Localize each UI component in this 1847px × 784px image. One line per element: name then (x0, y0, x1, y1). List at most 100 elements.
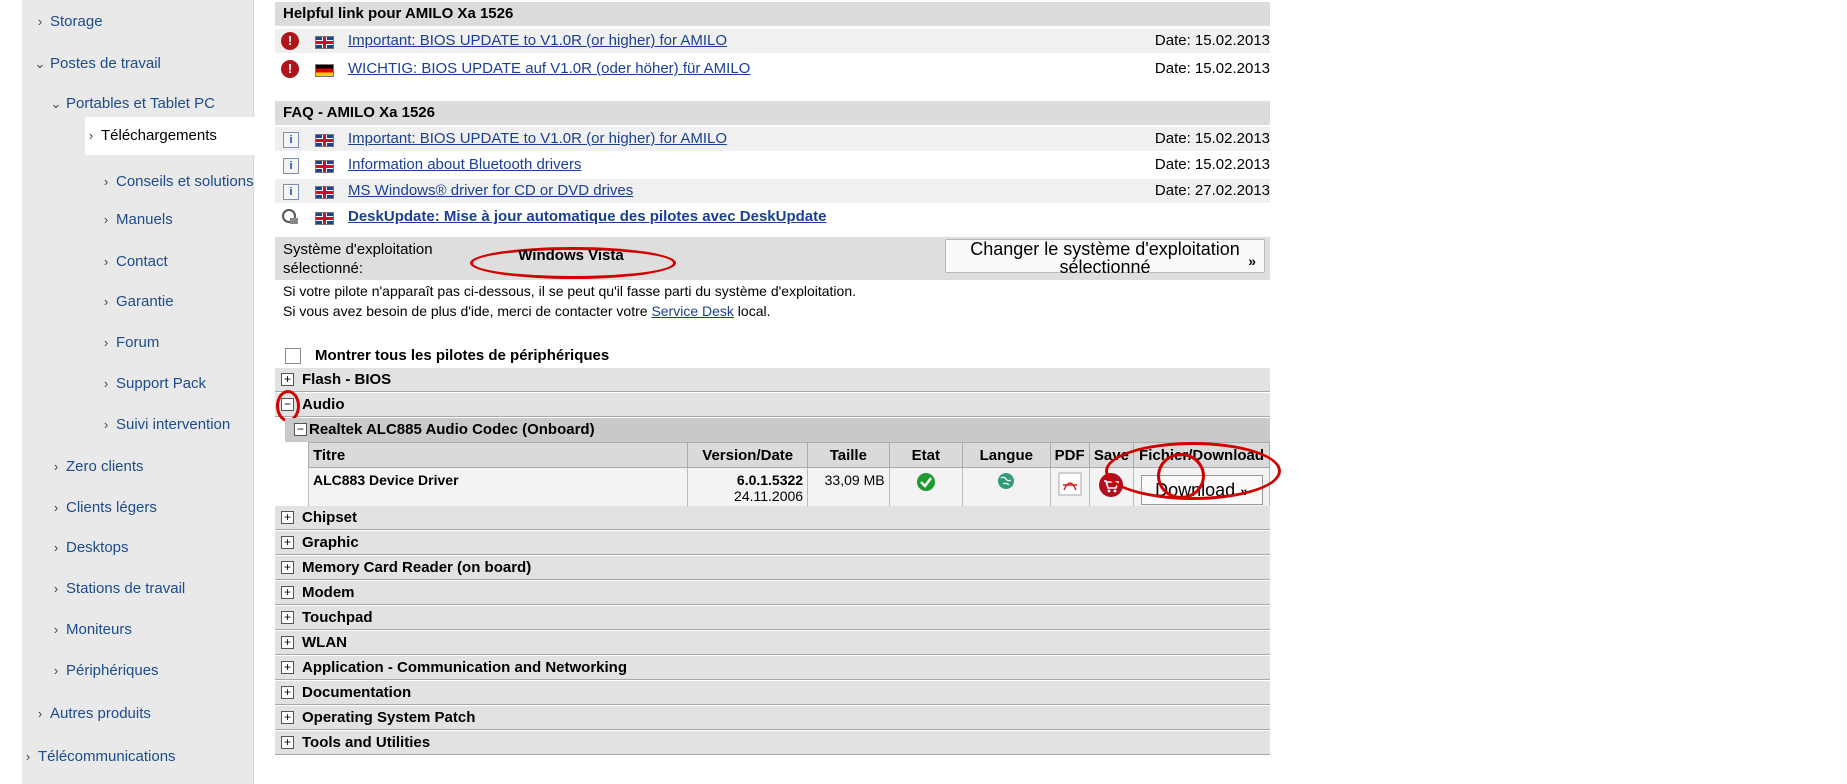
show-all-drivers[interactable]: Montrer tous les pilotes de périphérique… (285, 345, 609, 367)
expand-icon[interactable]: + (281, 586, 294, 599)
nav-conseils[interactable]: › Conseils et solutions (100, 167, 254, 197)
chevron-right-icon: › (25, 749, 31, 764)
helpful-link-row: ! WICHTIG: BIOS UPDATE auf V1.0R (oder h… (275, 57, 1270, 81)
faq-link-row: i Important: BIOS UPDATE to V1.0R (or hi… (275, 127, 1270, 151)
uk-flag-icon (315, 212, 334, 225)
nav-contact[interactable]: › Contact (100, 247, 168, 277)
chevron-right-icon: › (53, 581, 59, 596)
chevron-right-icon: › (103, 417, 109, 432)
expand-icon[interactable]: + (281, 511, 294, 524)
pdf-icon[interactable] (1058, 472, 1082, 496)
expand-icon[interactable]: + (281, 561, 294, 574)
category-audio[interactable]: − Audio (275, 393, 1270, 417)
info-icon: i (283, 158, 299, 174)
nav-zero-clients[interactable]: › Zero clients (50, 452, 144, 482)
service-desk-note: Si vous avez besoin de plus d'ide, merci… (283, 303, 771, 319)
nav-garantie[interactable]: › Garantie (100, 287, 174, 317)
chevron-right-icon: › (37, 706, 43, 721)
col-state: Etat (888, 442, 964, 468)
nav-stations-de-travail[interactable]: › Stations de travail (50, 574, 185, 604)
deskupdate-link[interactable]: DeskUpdate: Mise à jour automatique des … (348, 205, 826, 229)
nav-peripheriques[interactable]: › Périphériques (50, 656, 159, 686)
category-row[interactable]: + Chipset (275, 506, 1270, 530)
category-flash-bios[interactable]: + Flash - BIOS (275, 368, 1270, 392)
faq-link-bios[interactable]: Important: BIOS UPDATE to V1.0R (or high… (348, 127, 727, 151)
faq-link-row: i MS Windows® driver for CD or DVD drive… (275, 179, 1270, 203)
expand-icon[interactable]: + (281, 711, 294, 724)
category-row[interactable]: + Touchpad (275, 606, 1270, 630)
subcategory-realtek[interactable]: − Realtek ALC885 Audio Codec (Onboard) (285, 418, 1270, 442)
helpful-link-bios-en[interactable]: Important: BIOS UPDATE to V1.0R (or high… (348, 29, 727, 53)
faq-link-cd-dvd[interactable]: MS Windows® driver for CD or DVD drives (348, 179, 633, 203)
globe-icon (998, 473, 1015, 489)
col-title: Titre (307, 442, 689, 468)
sidebar: › Storage ⌄ Postes de travail ⌄ Portables e… (22, 0, 269, 784)
chevron-right-icon: › (53, 622, 59, 637)
faq-heading: FAQ - AMILO Xa 1526 (275, 101, 1270, 125)
nav-manuels[interactable]: › Manuels (100, 205, 173, 235)
category-row[interactable]: + Operating System Patch (275, 706, 1270, 730)
helpful-link-row: ! Important: BIOS UPDATE to V1.0R (or hi… (275, 29, 1270, 53)
faq-link-row: i Information about Bluetooth drivers Da… (275, 153, 1270, 177)
nav-telechargements[interactable]: › Téléchargements (85, 117, 269, 155)
collapse-icon[interactable]: − (294, 423, 307, 436)
chevron-right-icon: › (88, 128, 94, 143)
chevron-right-icon: › (53, 500, 59, 515)
category-row[interactable]: + WLAN (275, 631, 1270, 655)
faq-link-bluetooth[interactable]: Information about Bluetooth drivers (348, 153, 581, 177)
info-icon: i (283, 184, 299, 200)
chevron-right-icon: › (103, 174, 109, 189)
category-row[interactable]: + Memory Card Reader (on board) (275, 556, 1270, 580)
chevron-right-icon: › (37, 14, 43, 29)
os-label: Système d'exploitation sélectionné: (283, 241, 433, 277)
category-row[interactable]: + Application - Communication and Networ… (275, 656, 1270, 680)
helpful-link-bios-de[interactable]: WICHTIG: BIOS UPDATE auf V1.0R (oder höh… (348, 57, 750, 81)
nav-postes-de-travail[interactable]: ⌄ Postes de travail (34, 49, 161, 79)
col-size: Taille (807, 442, 890, 468)
link-date: Date: 15.02.2013 (1154, 156, 1270, 173)
check-icon (916, 473, 935, 491)
info-icon: i (283, 132, 299, 148)
nav-autres-produits[interactable]: › Autres produits (34, 699, 151, 729)
col-pdf: PDF (1049, 442, 1090, 468)
os-value: Windows Vista (518, 247, 624, 264)
chevron-right-icon: › (53, 540, 59, 555)
expand-icon[interactable]: + (281, 373, 294, 386)
expand-icon[interactable]: + (281, 611, 294, 624)
expand-icon[interactable]: + (281, 661, 294, 674)
category-row[interactable]: + Documentation (275, 681, 1270, 705)
category-row[interactable]: + Graphic (275, 531, 1270, 555)
link-date: Date: 15.02.2013 (1154, 32, 1270, 49)
os-selection-bar: Système d'exploitation sélectionné: Wind… (275, 237, 1270, 280)
nav-suivi-intervention[interactable]: › Suivi intervention (100, 410, 230, 440)
chevron-right-icon: › (103, 212, 109, 227)
helpful-links-heading: Helpful link pour AMILO Xa 1526 (275, 2, 1270, 26)
show-all-checkbox[interactable] (285, 348, 301, 365)
expand-icon[interactable]: + (281, 636, 294, 649)
double-chevron-icon: » (1248, 253, 1256, 269)
nav-storage[interactable]: › Storage (34, 7, 103, 37)
nav-clients-legers[interactable]: › Clients légers (50, 493, 157, 523)
category-row[interactable]: + Modem (275, 581, 1270, 605)
nav-portables[interactable]: ⌄ Portables et Tablet PC (50, 89, 215, 119)
chevron-right-icon: › (103, 376, 109, 391)
nav-support-pack[interactable]: › Support Pack (100, 369, 206, 399)
nav-telecommunications[interactable]: › Télécommunications (22, 742, 176, 772)
expand-icon[interactable]: + (281, 536, 294, 549)
category-row[interactable]: + Tools and Utilities (275, 731, 1270, 755)
deskupdate-icon (282, 209, 298, 224)
col-lang: Langue (962, 442, 1051, 468)
change-os-button[interactable]: Changer le système d'exploitation sélect… (945, 239, 1265, 276)
expand-icon[interactable]: + (281, 736, 294, 749)
expand-icon[interactable]: + (281, 686, 294, 699)
link-date: Date: 27.02.2013 (1154, 182, 1270, 199)
nav-forum[interactable]: › Forum (100, 328, 160, 358)
chevron-right-icon: › (103, 254, 109, 269)
nav-moniteurs[interactable]: › Moniteurs (50, 615, 132, 645)
chevron-down-icon: ⌄ (50, 96, 62, 111)
uk-flag-icon (315, 160, 334, 173)
alert-icon: ! (281, 32, 299, 50)
nav-desktops[interactable]: › Desktops (50, 533, 129, 563)
service-desk-link[interactable]: Service Desk (651, 303, 733, 319)
alert-icon: ! (281, 60, 299, 78)
